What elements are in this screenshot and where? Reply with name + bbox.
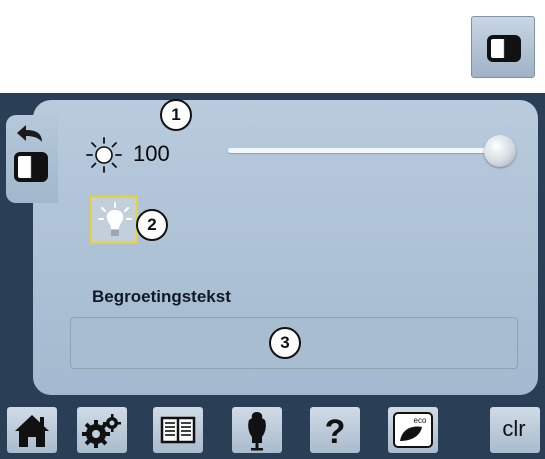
svg-text:?: ? [325, 413, 346, 451]
eco-icon: eco [393, 412, 433, 448]
sewing-light-toggle[interactable] [90, 196, 138, 244]
gears-icon [82, 414, 121, 448]
display-settings-icon [471, 16, 535, 78]
home-icon [15, 415, 49, 447]
return-arrow-icon [17, 125, 42, 142]
brightness-slider-knob[interactable] [484, 135, 516, 167]
callout-marker: 2 [136, 209, 168, 241]
brightness-slider-track[interactable] [228, 148, 503, 153]
tutorial-button[interactable] [153, 407, 203, 453]
svg-text:eco: eco [414, 416, 427, 425]
creative-consultant-button[interactable] [232, 407, 282, 453]
question-mark-icon: ? [325, 413, 346, 451]
lightbulb-icon [98, 202, 132, 236]
home-button[interactable] [7, 407, 57, 453]
clear-button[interactable]: clr [490, 407, 540, 453]
callout-marker: 3 [269, 327, 301, 359]
setup-button[interactable] [77, 407, 127, 453]
brightness-value: 100 [133, 141, 170, 166]
contrast-icon [14, 152, 48, 182]
help-button[interactable]: ? [310, 407, 360, 453]
callout-marker: 1 [160, 99, 192, 131]
book-icon [160, 416, 196, 444]
eco-button[interactable]: eco [388, 407, 438, 453]
clear-button-label: clr [502, 416, 526, 441]
sun-icon [86, 137, 122, 173]
contrast-icon [487, 35, 521, 62]
dress-form-icon [248, 412, 266, 451]
greeting-text-label: Begroetingstekst [92, 287, 231, 306]
